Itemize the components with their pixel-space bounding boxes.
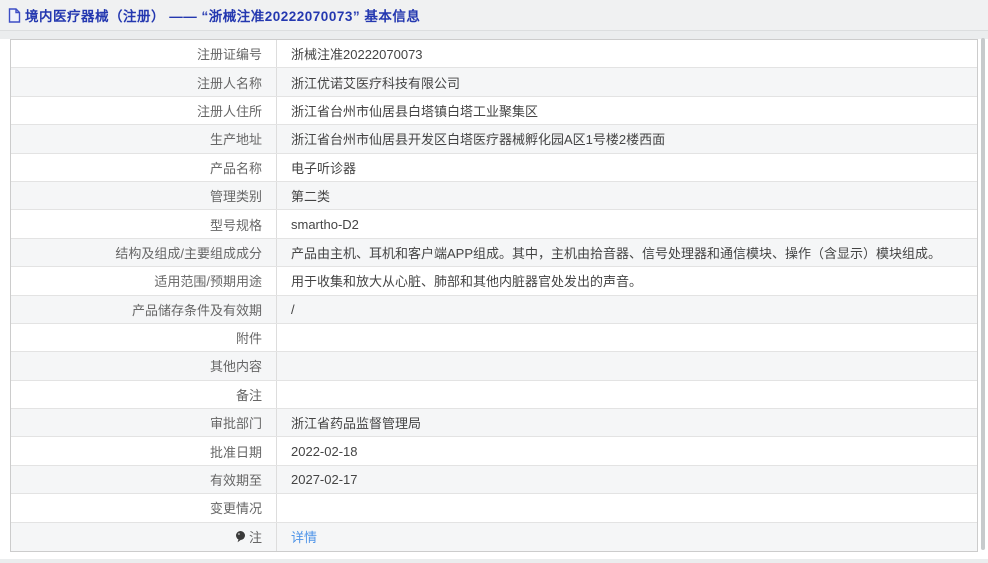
row-label: 注册证编号: [11, 40, 277, 68]
table-row: 注册人名称 浙江优诺艾医疗科技有限公司: [11, 68, 977, 97]
row-label-text: 注: [248, 530, 262, 546]
table-row: 型号规格 smartho-D2: [11, 210, 977, 239]
row-label: 审批部门: [11, 409, 277, 437]
note-balloon-icon: [235, 530, 246, 543]
row-value: 浙江优诺艾医疗科技有限公司: [291, 75, 461, 91]
row-label: 产品储存条件及有效期: [11, 295, 277, 323]
row-label: 注册人名称: [11, 68, 277, 96]
table-row: 审批部门 浙江省药品监督管理局: [11, 409, 977, 438]
row-label: 生产地址: [11, 125, 277, 153]
row-value: 产品由主机、耳机和客户端APP组成。其中，主机由拾音器、信号处理器和通信模块、操…: [291, 245, 942, 261]
row-label: 变更情况: [11, 494, 277, 522]
row-value: 浙江省药品监督管理局: [291, 416, 422, 432]
table-row: 产品储存条件及有效期 /: [11, 295, 977, 324]
content-area: 注册证编号 浙械注准20222070073 注册人名称 浙江优诺艾医疗科技有限公…: [0, 39, 988, 559]
table-row: 注 详情: [11, 522, 977, 552]
row-value: 用于收集和放大从心脏、肺部和其他内脏器官处发出的声音。: [291, 274, 643, 290]
table-row: 有效期至 2027-02-17: [11, 465, 977, 495]
row-label: 备注: [11, 380, 277, 409]
row-label: 批准日期: [11, 437, 277, 465]
row-value: 浙江省台州市仙居县白塔镇白塔工业聚集区: [291, 103, 539, 119]
row-value: 2027-02-17: [291, 472, 358, 488]
table-row: 管理类别 第二类: [11, 181, 977, 211]
row-value: [277, 381, 977, 408]
row-label: 管理类别: [11, 181, 277, 210]
table-row: 结构及组成/主要组成成分 产品由主机、耳机和客户端APP组成。其中，主机由拾音器…: [11, 238, 977, 268]
page-header: 境内医疗器械（注册） —— “浙械注准20222070073” 基本信息: [0, 0, 988, 31]
table-row: 备注: [11, 380, 977, 410]
table-row: 产品名称 电子听诊器: [11, 153, 977, 182]
row-label: 注册人住所: [11, 96, 277, 125]
row-label: 结构及组成/主要组成成分: [11, 238, 277, 267]
row-value: 电子听诊器: [291, 160, 357, 176]
row-label: 其他内容: [11, 352, 277, 380]
row-value: 浙江省台州市仙居县开发区白塔医疗器械孵化园A区1号楼2楼西面: [291, 132, 666, 148]
table-row: 生产地址 浙江省台州市仙居县开发区白塔医疗器械孵化园A区1号楼2楼西面: [11, 125, 977, 154]
row-label: 注: [11, 522, 277, 552]
row-value: 详情: [277, 523, 977, 551]
row-label: 附件: [11, 323, 277, 352]
table-row: 附件: [11, 323, 977, 353]
table-row: 注册证编号 浙械注准20222070073: [11, 40, 977, 69]
row-label: 产品名称: [11, 153, 277, 181]
row-label: 型号规格: [11, 210, 277, 238]
registration-info-table: 注册证编号 浙械注准20222070073 注册人名称 浙江优诺艾医疗科技有限公…: [10, 39, 978, 553]
table-row: 其他内容: [11, 352, 977, 381]
row-label: 有效期至: [11, 465, 277, 494]
table-row: 批准日期 2022-02-18: [11, 437, 977, 466]
table-row: 变更情况: [11, 494, 977, 523]
row-value: smartho-D2: [291, 216, 359, 232]
row-label: 适用范围/预期用途: [11, 267, 277, 295]
table-row: 适用范围/预期用途 用于收集和放大从心脏、肺部和其他内脏器官处发出的声音。: [11, 267, 977, 296]
row-value: [277, 494, 977, 521]
document-icon: [8, 7, 21, 23]
table-row: 注册人住所 浙江省台州市仙居县白塔镇白塔工业聚集区: [11, 96, 977, 126]
row-value: 浙械注准20222070073: [291, 47, 423, 63]
row-value: 2022-02-18: [291, 443, 358, 459]
row-value: /: [291, 301, 295, 317]
row-value: [277, 324, 977, 351]
row-value: [277, 352, 977, 379]
page-title: 境内医疗器械（注册） —— “浙械注准20222070073” 基本信息: [25, 9, 421, 24]
row-value: 第二类: [291, 189, 331, 205]
details-link[interactable]: 详情: [291, 527, 317, 546]
scrollbar[interactable]: [981, 38, 985, 550]
